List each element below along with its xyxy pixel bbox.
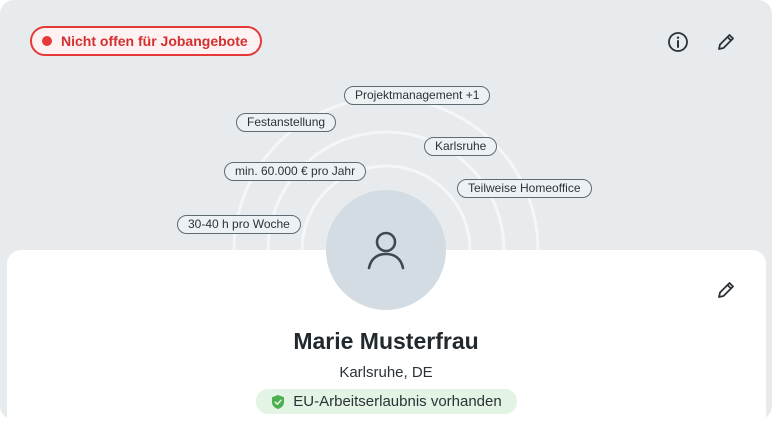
chip-employment-type: Festanstellung	[236, 113, 337, 132]
chip-skills: Projektmanagement +1	[344, 86, 491, 105]
chip-hours: 30-40 h pro Woche	[177, 215, 301, 234]
edit-header-button[interactable]	[713, 29, 739, 55]
work-permit-badge: EU-Arbeitserlaubnis vorhanden	[256, 389, 517, 414]
chip-location: Karlsruhe	[424, 137, 498, 156]
job-status-label: Nicht offen für Jobangebote	[61, 33, 248, 49]
profile-name: Marie Musterfrau	[293, 328, 479, 354]
chip-salary: min. 60.000 € pro Jahr	[224, 162, 367, 181]
edit-profile-button[interactable]	[713, 277, 739, 303]
chip-remote: Teilweise Homeoffice	[457, 179, 592, 198]
info-button[interactable]	[665, 29, 691, 55]
info-circle-icon	[668, 32, 688, 52]
avatar	[326, 190, 446, 310]
user-icon	[367, 231, 405, 270]
work-permit-label: EU-Arbeitserlaubnis vorhanden	[293, 393, 502, 410]
profile-location: Karlsruhe, DE	[339, 364, 433, 381]
job-status-badge[interactable]: Nicht offen für Jobangebote	[30, 26, 262, 56]
pencil-icon	[718, 34, 734, 50]
shield-check-icon	[272, 394, 285, 409]
pencil-icon	[718, 282, 734, 298]
status-dot	[42, 36, 52, 46]
